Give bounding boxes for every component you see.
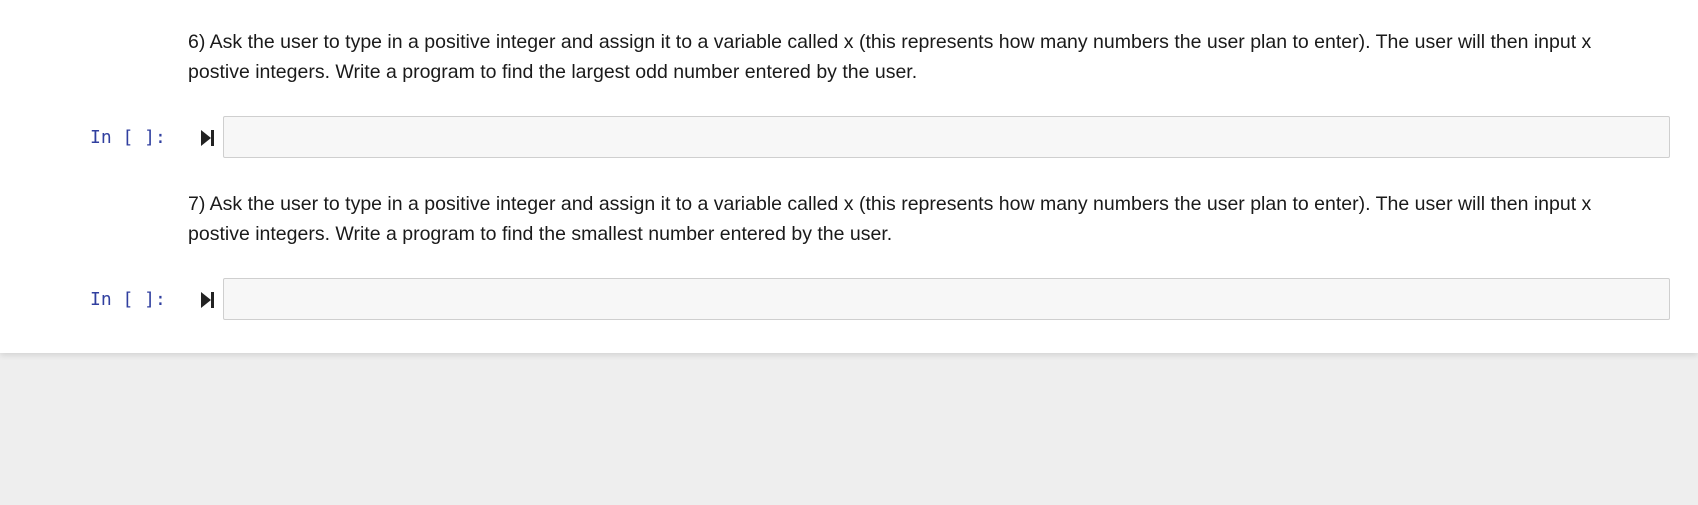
- code-cell-2[interactable]: In [ ]:: [0, 278, 1698, 322]
- code-input-area[interactable]: [223, 278, 1670, 320]
- code-input-area[interactable]: [223, 116, 1670, 158]
- notebook-page: 6) Ask the user to type in a positive in…: [0, 0, 1698, 353]
- run-cell-icon[interactable]: [199, 128, 217, 148]
- input-prompt: In [ ]:: [90, 289, 166, 310]
- question-6-text: 6) Ask the user to type in a positive in…: [188, 31, 1592, 83]
- question-7-text: 7) Ask the user to type in a positive in…: [188, 193, 1592, 245]
- markdown-cell-question-7[interactable]: 7) Ask the user to type in a positive in…: [188, 189, 1648, 249]
- input-prompt: In [ ]:: [90, 127, 166, 148]
- code-cell-1[interactable]: In [ ]:: [0, 116, 1698, 160]
- markdown-cell-question-6[interactable]: 6) Ask the user to type in a positive in…: [188, 27, 1648, 87]
- run-cell-icon[interactable]: [199, 290, 217, 310]
